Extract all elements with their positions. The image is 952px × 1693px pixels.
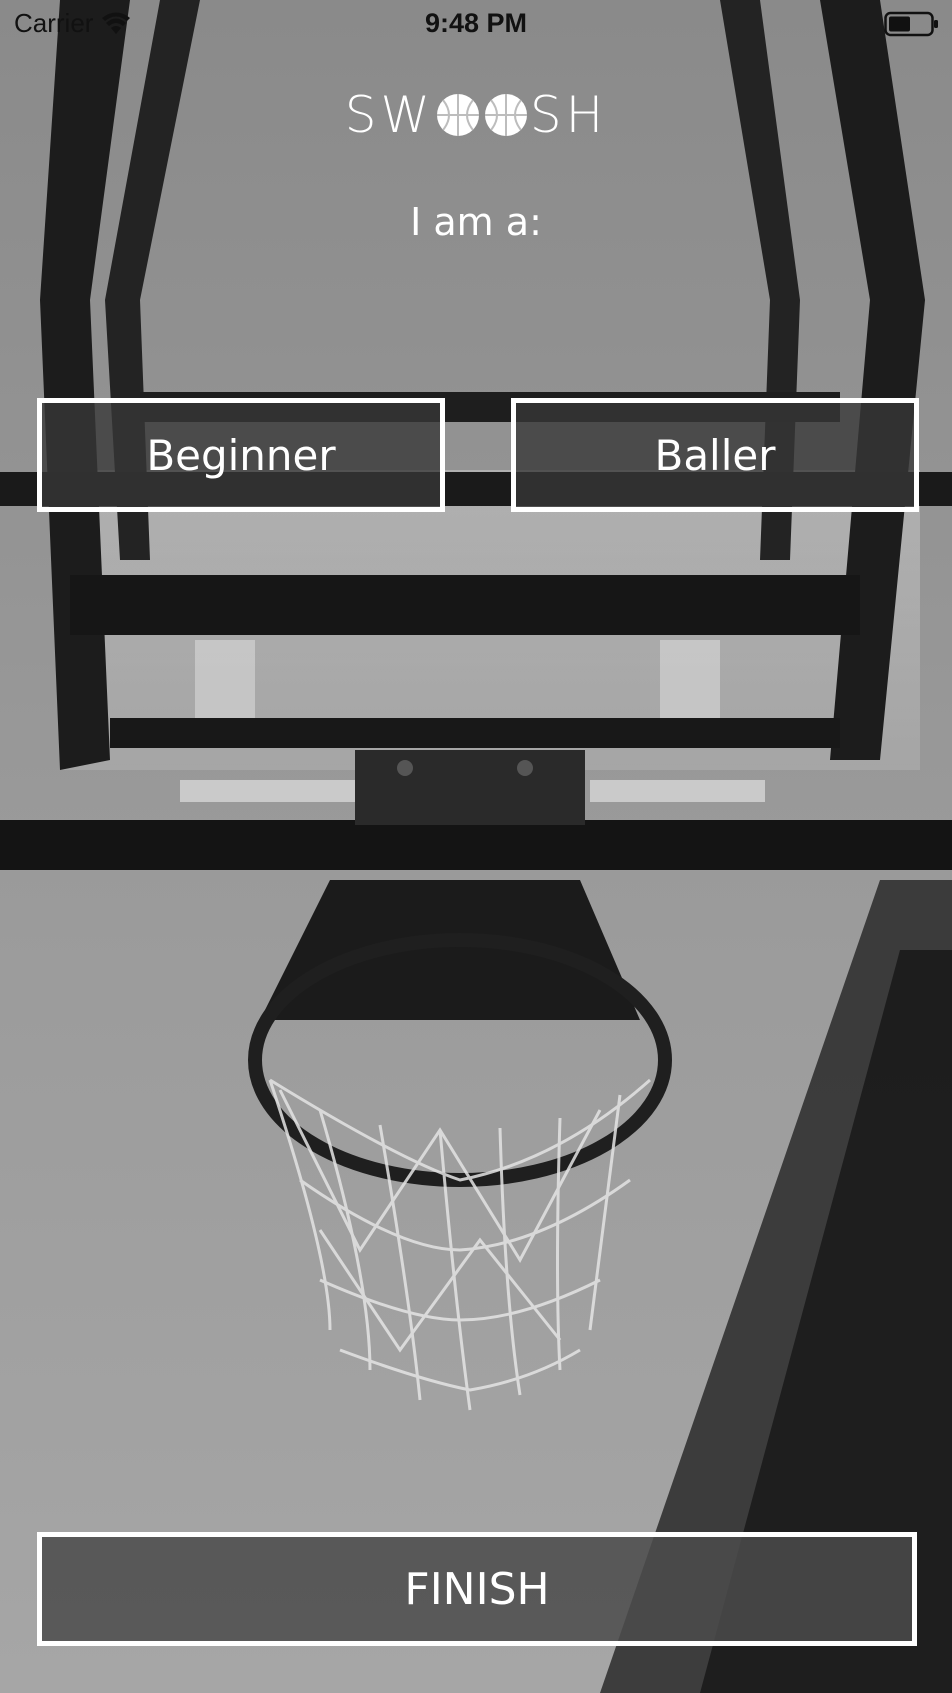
- status-bar: Carrier 9:48 PM: [0, 0, 952, 50]
- baller-button[interactable]: Baller: [511, 398, 919, 512]
- beginner-button-label: Beginner: [146, 430, 336, 480]
- background-hoop-image: [0, 0, 952, 1693]
- basketball-icon: [436, 94, 479, 136]
- screen: Carrier 9:48 PM SW SH I am a: Beginner B…: [0, 0, 952, 1693]
- basketball-icon: [484, 94, 527, 136]
- app-logo: SW SH: [0, 86, 952, 144]
- baller-button-label: Baller: [654, 430, 776, 480]
- logo-text-start: SW: [344, 86, 434, 144]
- logo-text-end: SH: [529, 86, 608, 144]
- skill-prompt: I am a:: [410, 200, 542, 244]
- clock: 9:48 PM: [424, 8, 528, 38]
- finish-button-label: FINISH: [404, 1563, 550, 1615]
- beginner-button[interactable]: Beginner: [37, 398, 445, 512]
- battery-icon: [884, 11, 938, 37]
- finish-button[interactable]: FINISH: [37, 1532, 917, 1646]
